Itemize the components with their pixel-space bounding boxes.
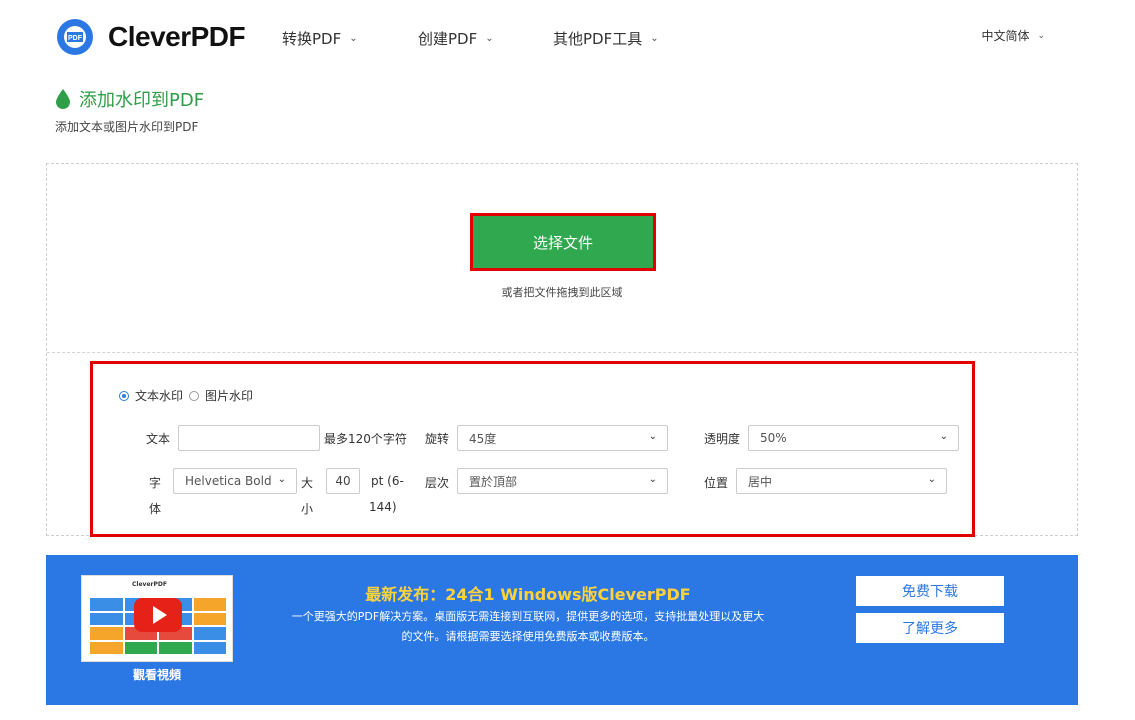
chevron-down-icon: ⌄ [927, 474, 936, 485]
language-selector[interactable]: 中文简体 ⌄ [981, 27, 1045, 44]
chevron-down-icon: ⌄ [650, 33, 659, 44]
text-watermark-radio-label[interactable]: 文本水印 [135, 387, 183, 404]
thumb-header: CleverPDF [82, 576, 232, 592]
font-size-input[interactable]: 40 [326, 468, 360, 494]
page-title-text: 添加水印到PDF [79, 90, 205, 111]
opacity-select-value: 50% [760, 431, 787, 445]
size-range-line1: pt (6- [371, 474, 404, 488]
chevron-down-icon: ⌄ [1037, 30, 1045, 41]
text-watermark-radio[interactable] [119, 390, 129, 401]
text-max-hint: 最多120个字符 [324, 432, 407, 446]
position-select[interactable]: 居中 ⌄ [736, 468, 947, 494]
free-download-button[interactable]: 免费下载 [856, 576, 1004, 606]
chevron-down-icon: ⌄ [939, 431, 948, 442]
promo-desc-line1: 一个更强大的PDF解决方案。桌面版无需连接到互联网，提供更多的选项，支持批量处理… [291, 610, 765, 623]
logo-text: CleverPDF [108, 21, 246, 52]
watch-video-label[interactable]: 觀看視頻 [81, 666, 233, 683]
page-title: 添加水印到PDF [55, 86, 204, 112]
layer-label: 层次 [425, 476, 450, 490]
thumb-title: CleverPDF [132, 580, 167, 588]
chevron-down-icon: ⌄ [648, 431, 657, 442]
rotate-select-value: 45度 [469, 431, 497, 446]
position-select-value: 居中 [748, 474, 773, 489]
nav-other-tools[interactable]: 其他PDF工具 ⌄ [553, 28, 659, 49]
rotate-label: 旋转 [425, 432, 450, 446]
layer-select[interactable]: 置於頂部 ⌄ [457, 468, 668, 494]
nav-convert-pdf-label: 转换PDF [282, 30, 342, 48]
svg-text:PDF: PDF [68, 35, 83, 42]
promo-description: 一个更强大的PDF解决方案。桌面版无需连接到互联网，提供更多的选项，支持批量处理… [266, 607, 790, 647]
font-label-line1: 字 [149, 476, 162, 490]
video-thumbnail[interactable]: CleverPDF [81, 575, 233, 662]
page-subtitle: 添加文本或图片水印到PDF [55, 120, 199, 134]
opacity-label: 透明度 [704, 432, 741, 446]
font-select-value: Helvetica Bold [185, 474, 272, 488]
site-header: PDF CleverPDF 转换PDF ⌄ 创建PDF ⌄ 其他PDF工具 ⌄ … [0, 0, 1135, 76]
cleverpdf-logo-icon: PDF [57, 19, 93, 55]
drop-hint: 或者把文件拖拽到此区域 [501, 286, 623, 299]
watermark-type-radio-group: 文本水印 图片水印 [119, 387, 259, 404]
divider [47, 352, 1077, 353]
play-icon[interactable] [134, 598, 182, 632]
position-label: 位置 [704, 476, 729, 490]
font-label-line2: 体 [149, 502, 162, 516]
nav-convert-pdf[interactable]: 转换PDF ⌄ [282, 28, 358, 49]
chevron-down-icon: ⌄ [277, 474, 286, 485]
learn-more-button[interactable]: 了解更多 [856, 613, 1004, 643]
promo-title: 最新发布：24合1 Windows版CleverPDF [365, 585, 691, 604]
logo[interactable]: PDF CleverPDF [56, 18, 246, 56]
layer-select-value: 置於頂部 [469, 474, 518, 489]
size-label-line1: 大 [301, 476, 314, 490]
choose-file-button[interactable]: 选择文件 [470, 213, 656, 271]
size-label-line2: 小 [301, 502, 314, 516]
language-label: 中文简体 [981, 29, 1030, 43]
watermark-options-panel: 文本水印 图片水印 文本 最多120个字符 旋转 45度 ⌄ 透明度 50% ⌄… [90, 361, 975, 537]
chevron-down-icon: ⌄ [349, 33, 358, 44]
nav-create-pdf[interactable]: 创建PDF ⌄ [418, 28, 494, 49]
image-watermark-radio-label[interactable]: 图片水印 [205, 387, 253, 404]
font-select[interactable]: Helvetica Bold ⌄ [173, 468, 297, 494]
promo-banner: CleverPDF 觀看視頻 最新发布：24合1 Windows版CleverP… [46, 555, 1078, 705]
watermark-text-input[interactable] [178, 425, 320, 451]
nav-other-tools-label: 其他PDF工具 [553, 30, 643, 48]
text-field-label: 文本 [146, 432, 171, 446]
image-watermark-radio[interactable] [189, 390, 200, 401]
promo-desc-line2: 的文件。请根据需要选择使用免费版本或收费版本。 [401, 630, 655, 643]
nav-create-pdf-label: 创建PDF [418, 30, 478, 48]
chevron-down-icon: ⌄ [648, 474, 657, 485]
water-drop-icon [56, 89, 70, 109]
size-range-line2: 144) [369, 500, 397, 514]
chevron-down-icon: ⌄ [485, 33, 494, 44]
rotate-select[interactable]: 45度 ⌄ [457, 425, 668, 451]
opacity-select[interactable]: 50% ⌄ [748, 425, 959, 451]
